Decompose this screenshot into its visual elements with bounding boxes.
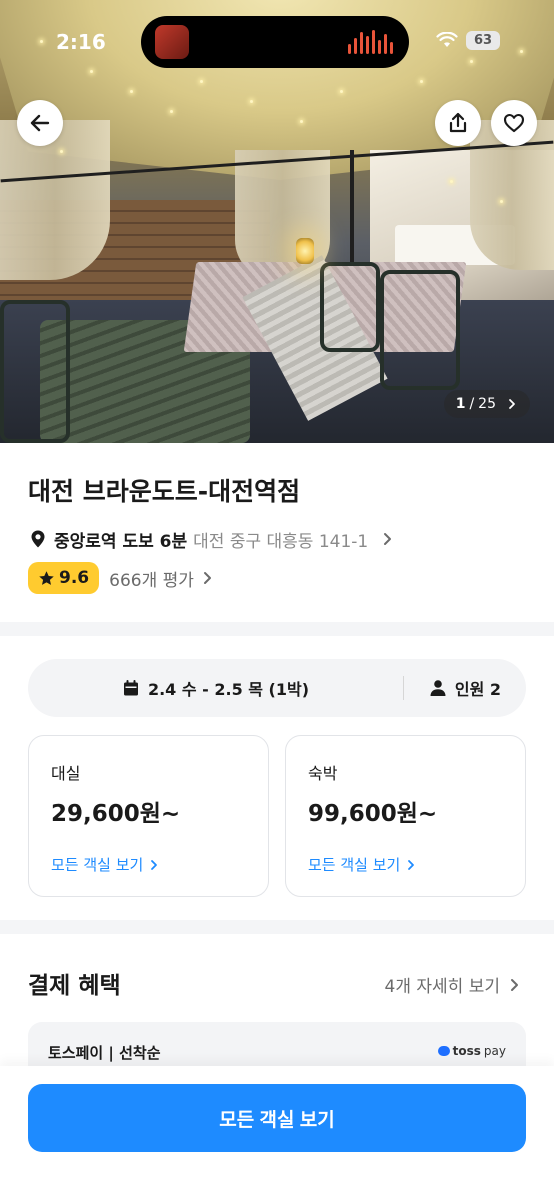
dayuse-card[interactable]: 대실 29,600원~ 모든 객실 보기 — [28, 735, 269, 897]
gallery-separator: / — [469, 396, 475, 412]
gallery-current: 1 — [455, 396, 466, 412]
guest-count: 인원 2 — [454, 680, 502, 699]
wifi-icon — [436, 32, 458, 47]
chair — [380, 270, 460, 390]
battery-indicator: 63 — [466, 31, 500, 50]
section-divider — [0, 920, 554, 934]
media-thumbnail — [155, 25, 189, 59]
station-distance: 중앙로역 도보 6분 — [54, 531, 188, 552]
dynamic-island[interactable] — [141, 16, 409, 68]
lantern — [296, 238, 314, 264]
person-icon — [430, 680, 446, 696]
stay-type: 대실 — [51, 764, 81, 783]
view-rooms-label: 모든 객실 보기 — [308, 856, 401, 874]
chevron-right-icon — [203, 572, 211, 584]
guest-selector[interactable]: 인원 2 — [404, 676, 526, 700]
favorite-button[interactable] — [491, 100, 537, 146]
curtain-left — [0, 120, 110, 280]
share-button[interactable] — [435, 100, 481, 146]
heart-icon — [503, 113, 525, 133]
view-all-rooms-button[interactable]: 모든 객실 보기 — [28, 1084, 526, 1152]
star-icon — [39, 570, 54, 585]
date-selector[interactable]: 2.4 수 - 2.5 목 (1박) — [28, 676, 403, 700]
benefits-more-link[interactable]: 4개 자세히 보기 — [385, 972, 520, 997]
stay-price: 29,600원~ — [51, 801, 181, 827]
location-pin-icon — [31, 530, 45, 548]
benefits-title: 결제 혜택 — [28, 973, 121, 999]
benefits-more-label: 4개 자세히 보기 — [384, 977, 500, 997]
address: 대전 중구 대흥동 141-1 — [193, 531, 369, 552]
toss-brand-sub: pay — [483, 1044, 506, 1058]
calendar-icon — [123, 680, 138, 696]
date-range: 2.4 수 - 2.5 목 (1박) — [147, 680, 310, 699]
view-rooms-link[interactable]: 모든 객실 보기 — [51, 854, 246, 875]
gallery-counter[interactable]: 1 / 25 — [443, 390, 530, 418]
chair — [320, 262, 380, 352]
stay-type: 숙박 — [308, 764, 338, 783]
property-title: 대전 브라운도트-대전역점 — [28, 477, 301, 506]
chevron-right-icon — [384, 533, 392, 545]
toss-logo-icon — [437, 1046, 450, 1056]
rating-value: 9.6 — [59, 568, 90, 588]
audio-wave-icon — [348, 30, 393, 54]
overnight-card[interactable]: 숙박 99,600원~ 모든 객실 보기 — [285, 735, 526, 897]
chair — [0, 300, 70, 443]
location-row[interactable]: 중앙로역 도보 6분 대전 중구 대흥동 141-1 — [28, 526, 394, 552]
rating-row[interactable]: 9.6 666개 평가 — [28, 562, 214, 594]
date-guest-selector[interactable]: 2.4 수 - 2.5 목 (1박) 인원 2 — [28, 659, 526, 717]
chevron-right-icon — [509, 399, 515, 409]
status-time: 2:16 — [56, 30, 106, 54]
stay-price: 99,600원~ — [308, 801, 438, 827]
view-rooms-label: 모든 객실 보기 — [51, 856, 144, 874]
chevron-right-icon — [151, 859, 158, 870]
review-count[interactable]: 666개 평가 — [109, 566, 214, 591]
view-rooms-link[interactable]: 모든 객실 보기 — [308, 854, 503, 875]
chevron-right-icon — [511, 978, 518, 991]
rating-badge: 9.6 — [28, 562, 100, 594]
back-button[interactable] — [17, 100, 63, 146]
section-divider — [0, 622, 554, 636]
chevron-right-icon — [408, 859, 415, 870]
back-arrow-icon — [30, 114, 50, 132]
tosspay-logo: toss pay — [437, 1044, 506, 1058]
toss-brand: toss — [452, 1044, 481, 1058]
review-count-label: 666개 평가 — [109, 570, 194, 591]
share-icon — [449, 112, 467, 133]
gallery-total: 25 — [478, 396, 496, 412]
